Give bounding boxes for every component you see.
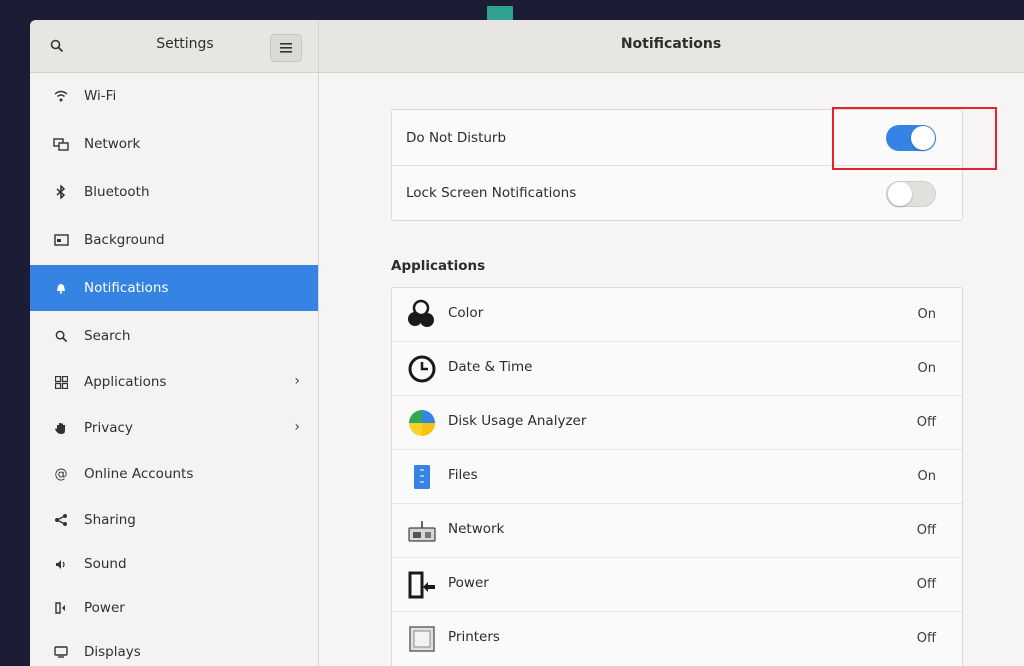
- app-row-files[interactable]: Files On: [392, 450, 962, 504]
- app-state: Off: [916, 577, 936, 592]
- sidebar-item-label: Notifications: [84, 280, 169, 296]
- settings-window: Settings Notifications Wi-Fi Network Blu…: [30, 20, 1024, 666]
- sidebar-item-privacy[interactable]: Privacy ›: [30, 405, 318, 451]
- main-panel: Do Not Disturb Lock Screen Notifications…: [319, 73, 1024, 666]
- sidebar-item-label: Network: [84, 136, 141, 152]
- app-row-network[interactable]: Network Off: [392, 504, 962, 558]
- sidebar-item-label: Power: [84, 600, 125, 616]
- chevron-right-icon: ›: [294, 373, 300, 389]
- app-name: Network: [448, 521, 505, 537]
- sidebar-item-displays[interactable]: Displays: [30, 629, 318, 666]
- display-icon: [50, 646, 72, 658]
- sidebar-title: Settings: [156, 36, 214, 52]
- power-icon: [50, 602, 72, 614]
- disk-usage-icon: [406, 407, 438, 439]
- monitor-screen: Settings Notifications Wi-Fi Network Blu…: [0, 0, 1024, 666]
- app-state: Off: [916, 415, 936, 430]
- sidebar-item-power[interactable]: Power: [30, 585, 318, 631]
- app-row-date-time[interactable]: Date & Time On: [392, 342, 962, 396]
- sidebar-item-label: Search: [84, 328, 131, 344]
- chevron-right-icon: ›: [294, 419, 300, 435]
- search-icon[interactable]: [44, 34, 70, 58]
- app-state: Off: [916, 631, 936, 646]
- app-name: Disk Usage Analyzer: [448, 413, 587, 429]
- applications-heading: Applications: [391, 258, 486, 274]
- speaker-icon: [50, 559, 72, 570]
- at-icon: @: [54, 466, 68, 482]
- sidebar-item-sharing[interactable]: Sharing: [30, 497, 318, 543]
- app-name: Printers: [448, 629, 500, 645]
- search-icon: [50, 330, 72, 343]
- sidebar-item-network[interactable]: Network: [30, 121, 318, 167]
- app-row-color[interactable]: Color On: [392, 288, 962, 342]
- sidebar-item-sound[interactable]: Sound: [30, 541, 318, 587]
- background-icon: [50, 234, 72, 246]
- switch-knob: [888, 182, 912, 206]
- wifi-icon: [50, 90, 72, 102]
- sidebar-item-label: Privacy: [84, 420, 133, 436]
- sidebar-item-bluetooth[interactable]: Bluetooth: [30, 169, 318, 215]
- sidebar-item-label: Applications: [84, 374, 167, 390]
- sidebar-item-applications[interactable]: Applications ›: [30, 359, 318, 405]
- app-state: Off: [916, 523, 936, 538]
- bell-icon: [50, 282, 72, 294]
- sidebar-header: Settings: [30, 20, 319, 72]
- network-icon: [50, 137, 72, 151]
- sidebar-item-label: Bluetooth: [84, 184, 150, 200]
- app-state: On: [917, 307, 936, 322]
- sidebar-item-label: Sound: [84, 556, 127, 572]
- applications-list: Color On Date & Time On Disk Usage Analy…: [391, 287, 963, 666]
- monitor-bezel-left: [0, 0, 30, 666]
- app-name: Color: [448, 305, 484, 321]
- app-row-disk-usage-analyzer[interactable]: Disk Usage Analyzer Off: [392, 396, 962, 450]
- sidebar-item-search[interactable]: Search: [30, 313, 318, 359]
- app-name: Files: [448, 467, 478, 483]
- sidebar-item-label: Displays: [84, 644, 141, 660]
- bluetooth-icon: [50, 185, 72, 199]
- applications-icon: [50, 375, 72, 389]
- app-row-printers[interactable]: Printers Off: [392, 612, 962, 666]
- sidebar-item-wifi[interactable]: Wi-Fi: [30, 73, 318, 119]
- do-not-disturb-label: Do Not Disturb: [406, 129, 507, 146]
- app-state: On: [917, 469, 936, 484]
- sidebar-item-notifications[interactable]: Notifications: [30, 265, 318, 311]
- hand-icon: [50, 422, 72, 435]
- lock-screen-notifications-switch[interactable]: [886, 181, 936, 207]
- hamburger-menu-icon[interactable]: [270, 34, 302, 62]
- clock-icon: [406, 353, 438, 385]
- printer-icon: [406, 623, 438, 655]
- app-state: On: [917, 361, 936, 376]
- page-title: Notifications: [620, 36, 722, 52]
- app-name: Power: [448, 575, 489, 591]
- sidebar-item-label: Sharing: [84, 512, 136, 528]
- network-app-icon: [406, 515, 438, 547]
- sidebar-item-label: Wi-Fi: [84, 88, 117, 104]
- sidebar-item-background[interactable]: Background: [30, 217, 318, 263]
- app-name: Date & Time: [448, 359, 533, 375]
- lock-screen-notifications-label: Lock Screen Notifications: [406, 185, 577, 201]
- sidebar-item-online-accounts[interactable]: @ Online Accounts: [30, 451, 318, 497]
- sidebar: Wi-Fi Network Bluetooth Background Notif…: [30, 73, 319, 666]
- share-icon: [50, 514, 72, 526]
- power-app-icon: [406, 569, 438, 601]
- sidebar-item-label: Online Accounts: [84, 466, 194, 482]
- header-bar: Settings Notifications: [30, 20, 1024, 73]
- app-row-power[interactable]: Power Off: [392, 558, 962, 612]
- lock-screen-notifications-row[interactable]: Lock Screen Notifications: [392, 165, 962, 220]
- color-icon: [406, 299, 438, 331]
- files-icon: [406, 461, 438, 493]
- sidebar-item-label: Background: [84, 232, 165, 248]
- highlight-annotation: [832, 107, 997, 170]
